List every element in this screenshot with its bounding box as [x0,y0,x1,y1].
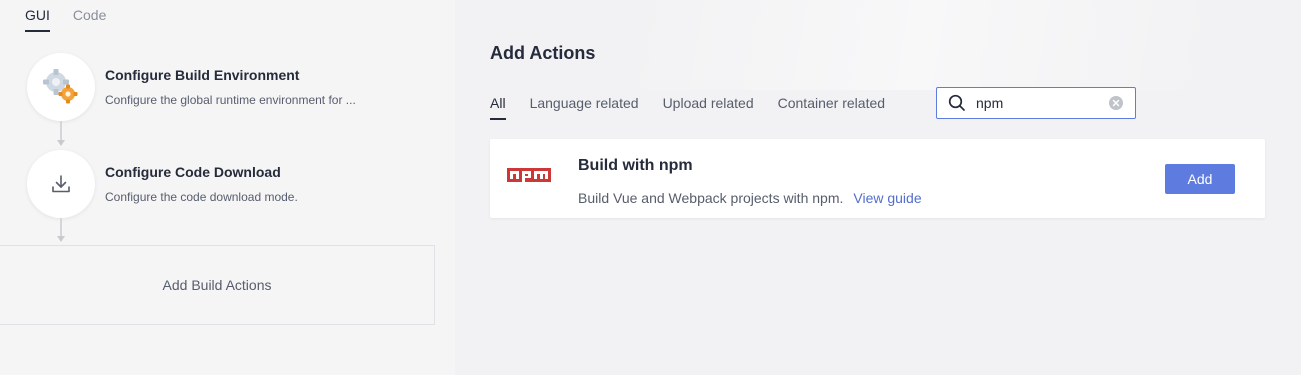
search-input[interactable] [976,95,1096,111]
search-box [936,87,1136,119]
action-description: Build Vue and Webpack projects with npm.… [578,190,922,206]
step-code-download[interactable]: Configure Code Download Configure the co… [27,150,365,218]
step-connector [60,218,62,236]
action-title: Build with npm [578,157,693,174]
clear-icon[interactable] [1109,96,1123,110]
action-description-text: Build Vue and Webpack projects with npm. [578,190,844,206]
filter-all[interactable]: All [490,95,506,120]
filter-upload-related[interactable]: Upload related [663,95,754,120]
step-connector [60,121,62,140]
add-button[interactable]: Add [1165,164,1235,194]
step-title: Configure Code Download [105,164,281,180]
gear-icon [43,69,78,104]
view-guide-link[interactable]: View guide [853,190,921,206]
tab-code[interactable]: Code [73,7,106,32]
pipeline-panel: GUI Code Configure Build Environment Con… [0,0,455,375]
add-build-actions-button[interactable]: Add Build Actions [0,245,435,325]
connector-arrow [57,236,65,242]
filter-container-related[interactable]: Container related [778,95,885,120]
step-title: Configure Build Environment [105,67,300,83]
tab-gui[interactable]: GUI [25,7,50,32]
search-icon [948,94,966,112]
add-actions-panel: Add Actions All Language related Upload … [455,0,1301,375]
action-filter-tabs: All Language related Upload related Cont… [490,95,885,120]
step-circle [27,150,95,218]
download-icon [52,175,70,193]
step-build-environment[interactable]: Configure Build Environment Configure th… [27,53,365,121]
step-description: Configure the code download mode. [105,190,298,204]
step-circle [27,53,95,121]
panel-title: Add Actions [490,43,596,63]
connector-arrow [57,140,65,146]
step-description: Configure the global runtime environment… [105,93,356,107]
npm-logo-icon [507,168,551,190]
filter-language-related[interactable]: Language related [530,95,639,120]
editor-mode-tabs: GUI Code [25,7,106,32]
action-card-npm: Build with npm Build Vue and Webpack pro… [490,139,1265,218]
